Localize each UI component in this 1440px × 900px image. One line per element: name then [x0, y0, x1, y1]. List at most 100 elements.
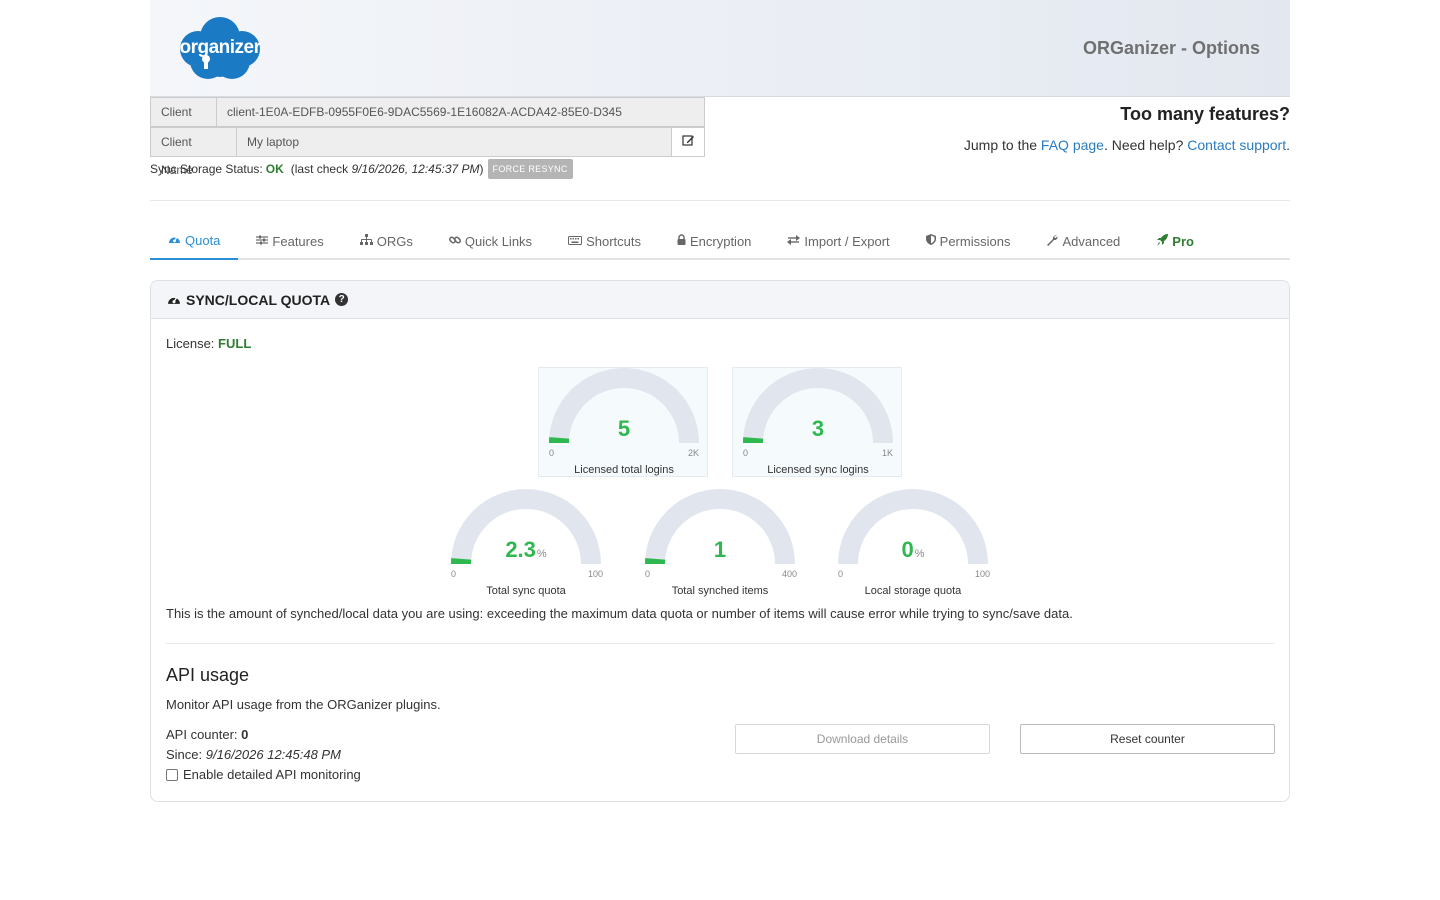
help-text: Jump to the FAQ page. Need help? Contact…: [964, 137, 1290, 153]
tab-orgs[interactable]: ORGs: [342, 222, 431, 260]
sync-status-value: OK: [265, 162, 284, 176]
divider: [166, 643, 1274, 644]
gauge-label: Total sync quota: [486, 585, 566, 597]
sync-status-label: Sync Storage Status:: [150, 162, 263, 176]
api-usage-description: Monitor API usage from the ORGanizer plu…: [166, 697, 441, 712]
api-since-value: 9/16/2026 12:45:48 PM: [205, 747, 341, 762]
gauge-min: 0: [549, 448, 555, 458]
client-name-row: Client Name My laptop: [150, 127, 705, 177]
page-header: organizer ORGanizer - Options: [150, 0, 1290, 97]
wrench-icon: [1046, 234, 1059, 249]
gauge-local-storage-quota: 0% 0 100 Local storage quota: [828, 489, 998, 599]
gauge-value-number: 2.3: [505, 537, 536, 562]
help-need-text: . Need help?: [1103, 137, 1184, 153]
logo-text: organizer: [179, 37, 261, 58]
gauge-label: Licensed sync logins: [767, 464, 869, 476]
sync-status: Sync Storage Status: OK (last check 9/16…: [150, 158, 573, 180]
gauge-min: 0: [645, 569, 651, 579]
license-value: FULL: [218, 336, 252, 351]
api-counter-value: 0: [241, 727, 249, 742]
tab-label: Pro: [1172, 233, 1194, 249]
sync-check-time: 9/16/2026, 12:45:37 PM: [351, 162, 480, 176]
client-name-label: Client Name: [150, 127, 237, 177]
api-counter-label: API counter:: [166, 727, 238, 742]
license-info: License: FULL: [166, 336, 251, 351]
tab-label: ORGs: [376, 233, 413, 249]
panel-title: SYNC/LOCAL QUOTA: [186, 291, 331, 308]
contact-support-link[interactable]: Contact support: [1187, 137, 1286, 153]
tab-label: Quick Links: [464, 233, 533, 249]
gauge-label: Total synched items: [671, 585, 769, 597]
organizer-logo: organizer: [178, 15, 262, 81]
download-details-button[interactable]: Download details: [735, 724, 990, 754]
gauge-unit: %: [914, 548, 925, 560]
gauge-total-sync-quota: 2.3% 0 100 Total sync quota: [441, 489, 611, 599]
tab-pro[interactable]: Pro: [1138, 222, 1212, 260]
sync-check-suffix: ): [479, 162, 484, 176]
tab-advanced[interactable]: Advanced: [1028, 222, 1138, 260]
sync-check-prefix: (last check: [290, 162, 349, 176]
gauge-min: 0: [838, 569, 844, 579]
tab-permissions[interactable]: Permissions: [908, 222, 1029, 260]
tab-bar: Quota Features ORGs Quick Links Shortcut…: [150, 222, 1290, 260]
tab-shortcuts[interactable]: Shortcuts: [550, 222, 659, 260]
divider: [150, 200, 1290, 201]
gauge-value-number: 1: [713, 537, 727, 562]
tab-label: Features: [272, 233, 324, 249]
license-label: License:: [166, 336, 215, 351]
client-id-field[interactable]: client-1E0A-EDFB-0955F0E6-9DAC5569-1E160…: [217, 97, 705, 127]
tab-features[interactable]: Features: [238, 222, 341, 260]
force-resync-button[interactable]: FORCE RESYNC: [487, 159, 573, 179]
keyboard-icon: [568, 234, 583, 248]
tab-import-export[interactable]: Import / Export: [769, 222, 907, 260]
faq-link[interactable]: FAQ page: [1041, 137, 1104, 153]
gauge-value-number: 5: [617, 416, 631, 441]
gauge-value: 2.3%: [441, 537, 611, 563]
tab-label: Quota: [185, 232, 221, 248]
gauge-value-number: 3: [811, 416, 825, 441]
gauge-total-synched-items: 1 0 400 Total synched items: [635, 489, 805, 599]
api-since-label: Since:: [166, 747, 203, 762]
tab-quick-links[interactable]: Quick Links: [431, 222, 550, 260]
gauge-min: 0: [743, 448, 749, 458]
quota-description: This is the amount of synched/local data…: [166, 606, 1073, 621]
gauge-min: 0: [451, 569, 457, 579]
sliders-icon: [256, 234, 269, 248]
dashboard-icon: [168, 233, 181, 247]
dashboard-icon: [167, 292, 181, 308]
gauge-licensed-total-logins: 5 0 2K Licensed total logins: [538, 367, 708, 477]
lock-icon: [677, 234, 686, 248]
tab-encryption[interactable]: Encryption: [659, 222, 769, 260]
shield-icon: [925, 234, 936, 248]
tab-label: Shortcuts: [586, 233, 641, 249]
gauge-value: 5: [539, 416, 709, 442]
tab-quota[interactable]: Quota: [150, 222, 239, 260]
gauge-value: 3: [733, 416, 903, 442]
gauge-max: 100: [587, 569, 603, 579]
gauge-label: Local storage quota: [864, 585, 962, 597]
gauge-label: Licensed total logins: [574, 464, 674, 476]
link-icon: [448, 234, 461, 249]
help-box: Too many features? Jump to the FAQ page.…: [964, 104, 1290, 153]
question-circle-icon[interactable]: ?: [335, 293, 349, 306]
reset-counter-button[interactable]: Reset counter: [1020, 724, 1275, 754]
api-since: Since: 9/16/2026 12:45:48 PM: [166, 747, 341, 762]
client-name-field[interactable]: My laptop: [237, 127, 672, 157]
api-monitoring-checkbox[interactable]: [166, 768, 178, 781]
client-id-row: Client ID client-1E0A-EDFB-0955F0E6-9DAC…: [150, 97, 705, 147]
api-monitoring-label: Enable detailed API monitoring: [183, 767, 361, 782]
tab-label: Encryption: [689, 233, 752, 249]
edit-icon: [681, 134, 695, 150]
gauge-licensed-sync-logins: 3 0 1K Licensed sync logins: [732, 367, 902, 477]
quota-panel: SYNC/LOCAL QUOTA ? License: FULL 5 0 2K Lic…: [150, 280, 1290, 802]
tab-label: Import / Export: [804, 233, 890, 249]
api-usage-title: API usage: [166, 665, 250, 685]
help-jump-text: Jump to the: [963, 137, 1038, 153]
rocket-icon: [1156, 233, 1169, 249]
edit-name-button[interactable]: [672, 127, 705, 157]
help-end-text: .: [1286, 137, 1290, 153]
gauge-max: 400: [781, 569, 797, 579]
api-monitoring-option[interactable]: Enable detailed API monitoring: [166, 767, 361, 782]
gauge-max: 2K: [687, 448, 699, 458]
api-counter: API counter: 0: [166, 727, 248, 742]
